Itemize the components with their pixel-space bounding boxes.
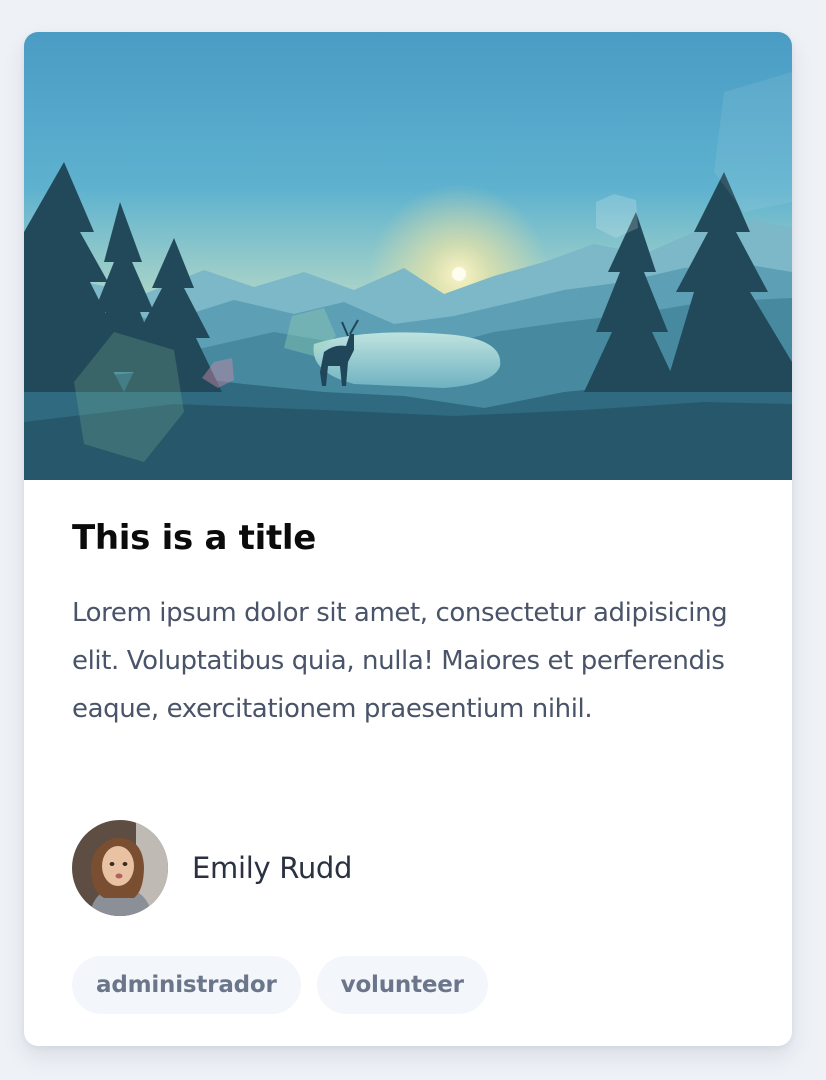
tag-chip[interactable]: administrador xyxy=(72,956,301,1014)
author-name[interactable]: Emily Rudd xyxy=(192,851,352,885)
author-row[interactable]: Emily Rudd xyxy=(72,820,352,916)
card-title: This is a title xyxy=(72,518,317,558)
tag-chip[interactable]: volunteer xyxy=(316,956,488,1014)
card-description: Lorem ipsum dolor sit amet, consectetur … xyxy=(72,598,728,724)
hero-image xyxy=(24,32,792,480)
avatar[interactable] xyxy=(72,820,168,916)
profile-card: This is a title Lorem ipsum dolor sit am… xyxy=(24,32,792,1046)
tag-list: administrador volunteer xyxy=(72,956,488,1014)
